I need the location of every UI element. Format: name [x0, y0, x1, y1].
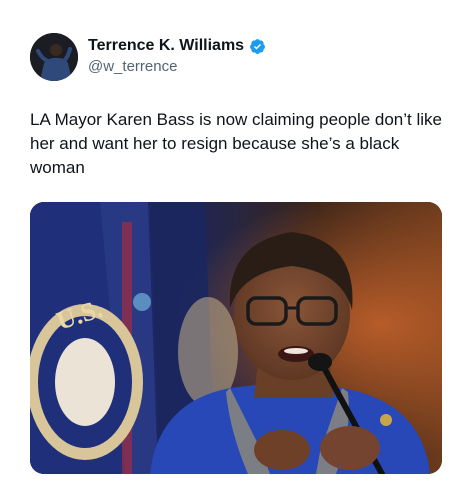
- avatar-image: [30, 33, 78, 81]
- photo-image: U.S.: [30, 202, 442, 474]
- tweet-header: Terrence K. Williams @w_terrence: [30, 33, 450, 83]
- tweet-card[interactable]: Terrence K. Williams @w_terrence LA Mayo…: [0, 0, 469, 500]
- tweet-text: LA Mayor Karen Bass is now claiming peop…: [30, 110, 442, 177]
- author-handle[interactable]: @w_terrence: [88, 58, 177, 75]
- author-name-row[interactable]: Terrence K. Williams: [88, 37, 266, 55]
- tweet-media-photo[interactable]: U.S.: [30, 202, 442, 474]
- author-display-name[interactable]: Terrence K. Williams: [88, 37, 244, 55]
- avatar[interactable]: [30, 33, 78, 81]
- verified-badge-icon: [249, 38, 266, 55]
